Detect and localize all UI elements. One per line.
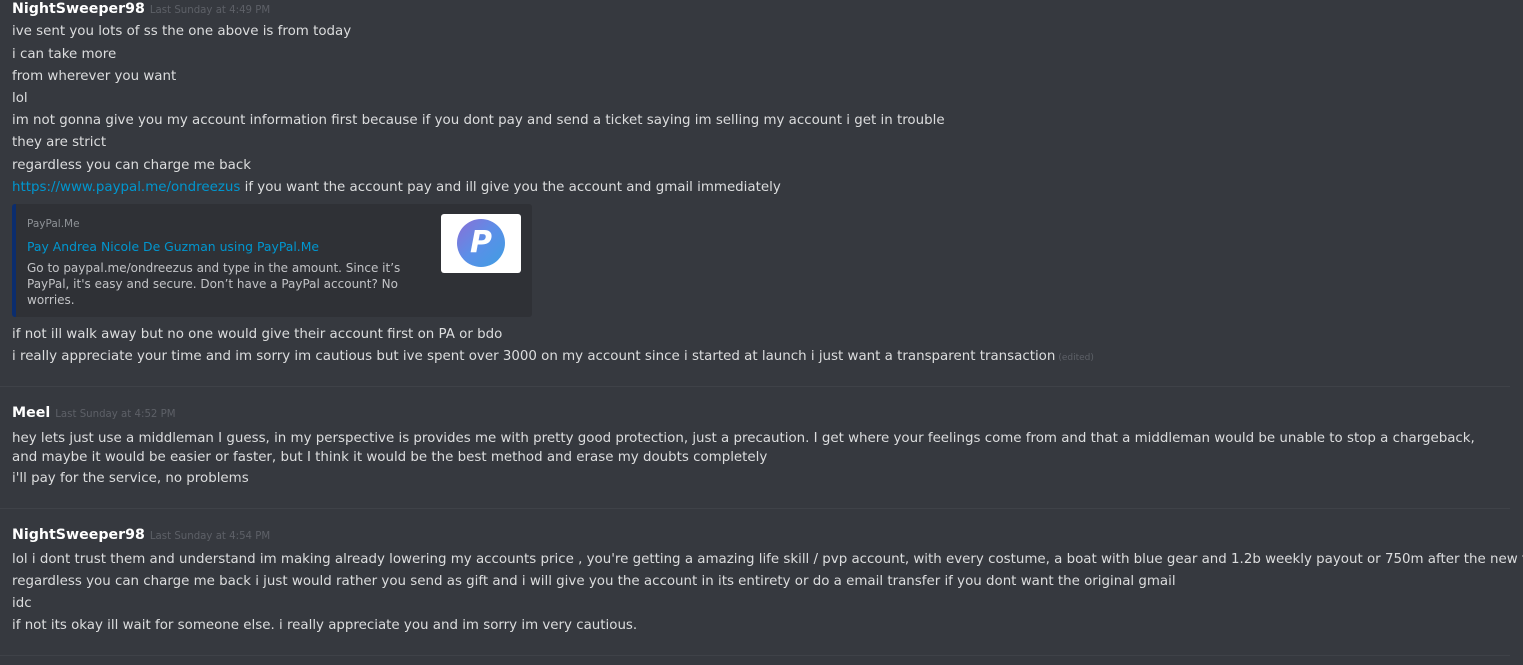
message-line: i can take more [12,47,117,62]
message-header: NightSweeper98 Last Sunday at 4:54 PM [12,527,270,543]
message-line: regardless you can charge me back [12,158,251,173]
edited-label: (edited) [1058,353,1094,363]
embed-title[interactable]: Pay Andrea Nicole De Guzman using PayPal… [27,239,319,254]
embed-provider[interactable]: PayPal.Me [27,218,80,230]
chat-message-list: NightSweeper98 Last Sunday at 4:49 PM ive… [0,0,1523,665]
embed-thumbnail[interactable]: P [441,214,521,273]
username[interactable]: NightSweeper98 [12,527,145,543]
paypal-logo-icon: P [457,219,505,267]
message-group: NightSweeper98 Last Sunday at 4:54 PM lol… [0,509,1523,654]
message-line: https://www.paypal.me/ondreezus if you w… [12,177,1490,199]
message-line: if not its okay ill wait for someone els… [12,618,638,633]
timestamp: Last Sunday at 4:52 PM [55,409,176,420]
embed-description: Go to paypal.me/ondreezus and type in th… [27,261,401,307]
message-line: from wherever you want [12,69,177,84]
message-line: hey lets just use a middleman I guess, i… [12,431,1475,465]
message-text: if you want the account pay and ill give… [240,180,781,195]
message-line: lol [12,91,28,106]
message-header: Meel Last Sunday at 4:52 PM [12,405,176,421]
message-line: if not ill walk away but no one would gi… [12,327,503,342]
message-group: NightSweeper98 Last Sunday at 4:49 PM ive… [0,0,1510,385]
message-line: i'll pay for the service, no problems [12,471,249,486]
paypal-link[interactable]: https://www.paypal.me/ondreezus [12,180,240,195]
message-line: im not gonna give you my account informa… [12,113,945,128]
message-line: regardless you can charge me back i just… [12,574,1176,589]
username[interactable]: NightSweeper98 [12,1,145,17]
timestamp: Last Sunday at 4:49 PM [149,5,271,16]
message-line: they are strict [12,135,107,150]
message-group: Meel Last Sunday at 4:52 PM hey lets just… [0,387,1510,507]
link-embed: PayPal.Me Pay Andrea Nicole De Guzman us… [12,204,532,317]
message-text: i really appreciate your time and im sor… [12,349,1056,364]
message-header: NightSweeper98 Last Sunday at 4:49 PM [12,1,270,17]
message-line: lol i dont trust them and understand im … [12,552,1523,567]
message-line: ive sent you lots of ss the one above is… [12,24,352,39]
message-line: i really appreciate your time and im sor… [12,346,1490,368]
username[interactable]: Meel [12,405,50,421]
message-divider [0,655,1510,656]
message-line: idc [12,596,32,611]
paypal-logo-letter: P [470,225,492,260]
timestamp: Last Sunday at 4:54 PM [149,531,271,542]
